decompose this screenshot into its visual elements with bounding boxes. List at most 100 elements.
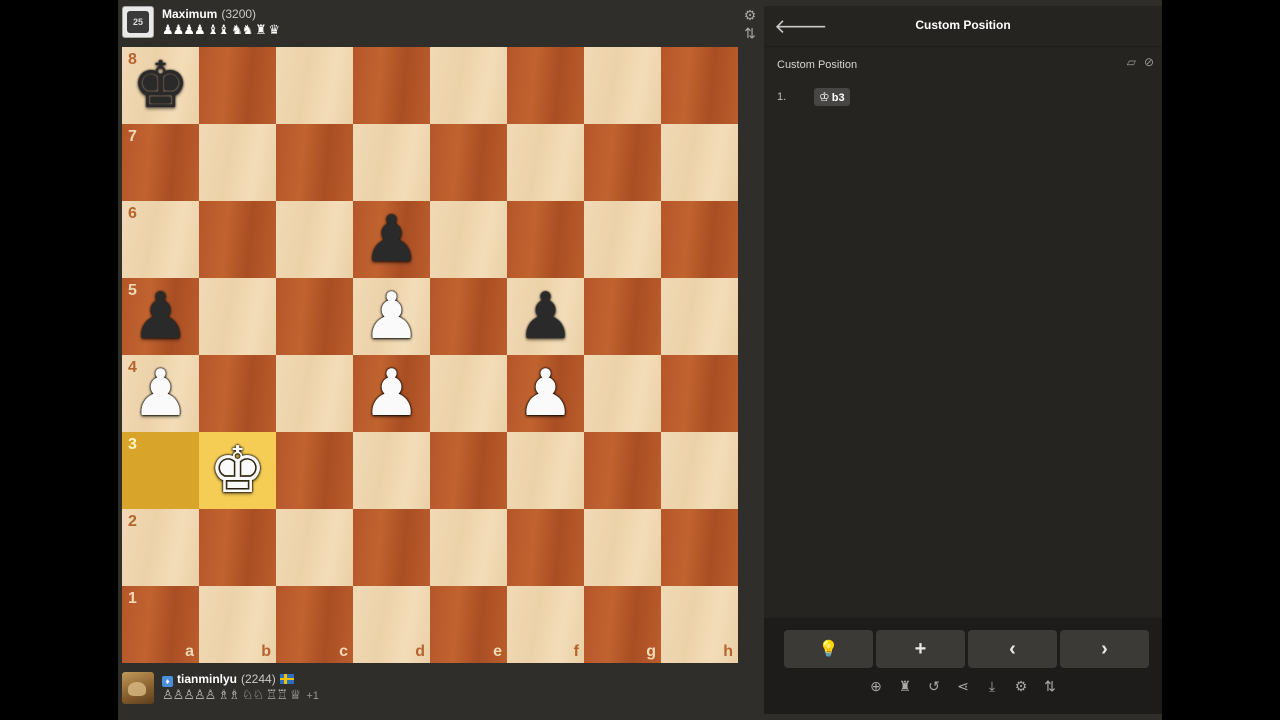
user-avatar[interactable] — [122, 672, 154, 704]
square-g8[interactable] — [584, 47, 661, 124]
black-pawn-icon[interactable]: ♟ — [507, 278, 584, 355]
square-a1[interactable]: 1a — [122, 586, 199, 663]
square-f8[interactable] — [507, 47, 584, 124]
board-flip-icon[interactable]: ⇅ — [742, 24, 758, 42]
square-d3[interactable] — [353, 432, 430, 509]
square-e4[interactable] — [430, 355, 507, 432]
square-d6[interactable]: ♟ — [353, 201, 430, 278]
white-pawn-icon[interactable]: ♟ — [122, 355, 199, 432]
square-h6[interactable] — [661, 201, 738, 278]
chess-board[interactable]: 8 ♚ 7 6 ♟ 5 ♟ ♟ ♟ 4 ♟ ♟ ♟ 3 ♚ 2 1 a b c d e f g h — [122, 47, 738, 663]
square-h2[interactable] — [661, 509, 738, 586]
square-d7[interactable] — [353, 124, 430, 201]
square-f3[interactable] — [507, 432, 584, 509]
square-c3[interactable] — [276, 432, 353, 509]
square-h3[interactable] — [661, 432, 738, 509]
square-h7[interactable] — [661, 124, 738, 201]
book-icon[interactable]: ▱ — [1127, 55, 1136, 69]
square-b7[interactable] — [199, 124, 276, 201]
square-b2[interactable] — [199, 509, 276, 586]
square-h8[interactable] — [661, 47, 738, 124]
square-h4[interactable] — [661, 355, 738, 432]
explorer-icon[interactable]: ♜ — [896, 678, 914, 695]
rank-label: 7 — [128, 128, 137, 145]
board-settings-icon[interactable]: ⚙ — [742, 6, 758, 24]
square-f6[interactable] — [507, 201, 584, 278]
square-c1[interactable]: c — [276, 586, 353, 663]
top-player-name[interactable]: Maximum — [162, 7, 217, 21]
white-king-icon[interactable]: ♚ — [199, 432, 276, 509]
square-f7[interactable] — [507, 124, 584, 201]
square-a6[interactable]: 6 — [122, 201, 199, 278]
move-chip[interactable]: ♔ b3 — [814, 88, 850, 106]
square-b6[interactable] — [199, 201, 276, 278]
square-g2[interactable] — [584, 509, 661, 586]
hint-button[interactable]: 💡 — [784, 630, 873, 668]
square-g6[interactable] — [584, 201, 661, 278]
square-d4[interactable]: ♟ — [353, 355, 430, 432]
square-e3[interactable] — [430, 432, 507, 509]
square-d8[interactable] — [353, 47, 430, 124]
square-a3[interactable]: 3 — [122, 432, 199, 509]
square-f2[interactable] — [507, 509, 584, 586]
square-e7[interactable] — [430, 124, 507, 201]
white-pawn-icon[interactable]: ♟ — [353, 355, 430, 432]
share-icon[interactable]: ⋖ — [954, 678, 972, 695]
square-f4[interactable]: ♟ — [507, 355, 584, 432]
square-g7[interactable] — [584, 124, 661, 201]
square-g4[interactable] — [584, 355, 661, 432]
square-e6[interactable] — [430, 201, 507, 278]
black-pawn-icon[interactable]: ♟ — [353, 201, 430, 278]
square-d1[interactable]: d — [353, 586, 430, 663]
square-c2[interactable] — [276, 509, 353, 586]
square-a7[interactable]: 7 — [122, 124, 199, 201]
square-b4[interactable] — [199, 355, 276, 432]
add-button[interactable]: + — [876, 630, 965, 668]
square-c8[interactable] — [276, 47, 353, 124]
square-c7[interactable] — [276, 124, 353, 201]
square-a4[interactable]: 4 ♟ — [122, 355, 199, 432]
square-c5[interactable] — [276, 278, 353, 355]
square-e5[interactable] — [430, 278, 507, 355]
square-b5[interactable] — [199, 278, 276, 355]
king-icon: ♔ — [819, 90, 830, 104]
square-a5[interactable]: 5 ♟ — [122, 278, 199, 355]
square-h5[interactable] — [661, 278, 738, 355]
settings-icon[interactable]: ⚙ — [1012, 678, 1030, 695]
square-d5[interactable]: ♟ — [353, 278, 430, 355]
position-subheader: Custom Position ▱ ⊘ — [777, 55, 1154, 71]
analysis-zoom-icon[interactable]: ⊕ — [867, 678, 885, 695]
square-g3[interactable] — [584, 432, 661, 509]
flip-board-icon[interactable]: ⇅ — [1041, 678, 1059, 695]
position-name: Custom Position — [777, 59, 858, 71]
square-b1[interactable]: b — [199, 586, 276, 663]
square-g1[interactable]: g — [584, 586, 661, 663]
white-pawn-icon[interactable]: ♟ — [507, 355, 584, 432]
white-pawn-icon[interactable]: ♟ — [353, 278, 430, 355]
bottom-player-name[interactable]: tianminlyu — [177, 672, 237, 686]
download-icon[interactable]: ⤓ — [983, 678, 1001, 695]
clock-icon[interactable]: ⊘ — [1144, 55, 1154, 69]
square-f5[interactable]: ♟ — [507, 278, 584, 355]
square-a2[interactable]: 2 — [122, 509, 199, 586]
bot-avatar[interactable]: 25 — [122, 6, 154, 38]
sweden-flag-icon — [279, 674, 294, 684]
square-e1[interactable]: e — [430, 586, 507, 663]
square-c4[interactable] — [276, 355, 353, 432]
black-king-icon[interactable]: ♚ — [122, 47, 199, 124]
square-b8[interactable] — [199, 47, 276, 124]
rank-label: 2 — [128, 513, 137, 530]
square-a8[interactable]: 8 ♚ — [122, 47, 199, 124]
square-c6[interactable] — [276, 201, 353, 278]
next-move-button[interactable]: › — [1060, 630, 1149, 668]
square-e8[interactable] — [430, 47, 507, 124]
square-g5[interactable] — [584, 278, 661, 355]
square-e2[interactable] — [430, 509, 507, 586]
square-f1[interactable]: f — [507, 586, 584, 663]
previous-move-button[interactable]: ‹ — [968, 630, 1057, 668]
square-d2[interactable] — [353, 509, 430, 586]
black-pawn-icon[interactable]: ♟ — [122, 278, 199, 355]
reset-icon[interactable]: ↺ — [925, 678, 943, 695]
square-h1[interactable]: h — [661, 586, 738, 663]
square-b3[interactable]: ♚ — [199, 432, 276, 509]
